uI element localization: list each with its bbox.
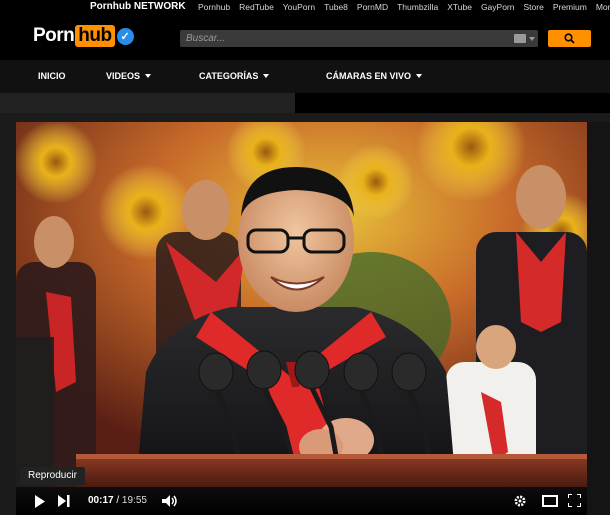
- nav-item-camaras[interactable]: CÁMARAS EN VIVO: [326, 71, 423, 81]
- nav-item-label: VIDEOS: [106, 71, 141, 81]
- nav-item-label: CATEGORÍAS: [199, 71, 259, 81]
- search-bar: [180, 30, 538, 47]
- network-link-pornmd[interactable]: PornMD: [357, 2, 388, 12]
- chevron-down-icon: [145, 74, 152, 78]
- chevron-down-icon: [263, 74, 270, 78]
- fullscreen-icon[interactable]: [568, 494, 581, 507]
- player-controls: 00:17 / 19:55: [16, 487, 587, 515]
- search-button[interactable]: [548, 30, 591, 47]
- nav-item-inicio[interactable]: INICIO: [38, 71, 66, 81]
- video-frame[interactable]: [16, 122, 587, 487]
- next-icon[interactable]: [58, 495, 70, 507]
- logo-text-2: hub: [75, 25, 115, 47]
- nav-item-categorias[interactable]: CATEGORÍAS: [199, 71, 270, 81]
- chevron-down-icon: [416, 74, 423, 78]
- play-icon[interactable]: [34, 495, 46, 508]
- current-time: 00:17: [88, 495, 114, 506]
- total-time: 19:55: [121, 495, 147, 506]
- subnav-bar: [295, 93, 610, 113]
- network-bar: Pornhub NETWORK Pornhub RedTube YouPorn …: [0, 0, 610, 14]
- video-player[interactable]: 00:17 / 19:55: [16, 122, 587, 515]
- network-link-gayporn[interactable]: GayPorn: [481, 2, 515, 12]
- network-link-redtube[interactable]: RedTube: [239, 2, 274, 12]
- nav-item-videos[interactable]: VIDEOS: [106, 71, 152, 81]
- verified-icon: ✓: [116, 27, 134, 45]
- side-strip: [587, 122, 610, 515]
- network-link-premium[interactable]: Premium: [553, 2, 587, 12]
- volume-icon[interactable]: [162, 495, 178, 507]
- camera-icon[interactable]: [514, 34, 526, 43]
- nav-item-label: CÁMARAS EN VIVO: [326, 71, 412, 81]
- chevron-down-icon[interactable]: [529, 37, 535, 41]
- network-link-pornhub[interactable]: Pornhub: [198, 2, 230, 12]
- network-link-more[interactable]: More: [596, 2, 610, 12]
- theater-icon[interactable]: [542, 495, 558, 507]
- logo-text-1: Porn: [33, 25, 75, 46]
- site-logo[interactable]: Porn hub ✓: [33, 25, 134, 47]
- time-display: 00:17 / 19:55: [88, 495, 147, 506]
- settings-icon[interactable]: [514, 495, 526, 507]
- main-nav: INICIO VIDEOS CATEGORÍAS CÁMARAS EN VIVO: [0, 60, 610, 93]
- network-link-youporn[interactable]: YouPorn: [283, 2, 315, 12]
- spacer: [0, 93, 295, 113]
- page: Pornhub NETWORK Pornhub RedTube YouPorn …: [0, 0, 610, 515]
- search-icon: [564, 33, 575, 44]
- network-brand[interactable]: Pornhub NETWORK: [90, 1, 186, 12]
- network-link-store[interactable]: Store: [523, 2, 543, 12]
- play-tooltip: Reproducir: [20, 467, 85, 485]
- network-links: Pornhub RedTube YouPorn Tube8 PornMD Thu…: [198, 2, 610, 12]
- network-link-tube8[interactable]: Tube8: [324, 2, 348, 12]
- network-link-xtube[interactable]: XTube: [447, 2, 472, 12]
- nav-item-label: INICIO: [38, 71, 66, 81]
- network-link-thumbzilla[interactable]: Thumbzilla: [397, 2, 438, 12]
- search-input[interactable]: [180, 30, 500, 47]
- site-header: Porn hub ✓: [0, 14, 610, 60]
